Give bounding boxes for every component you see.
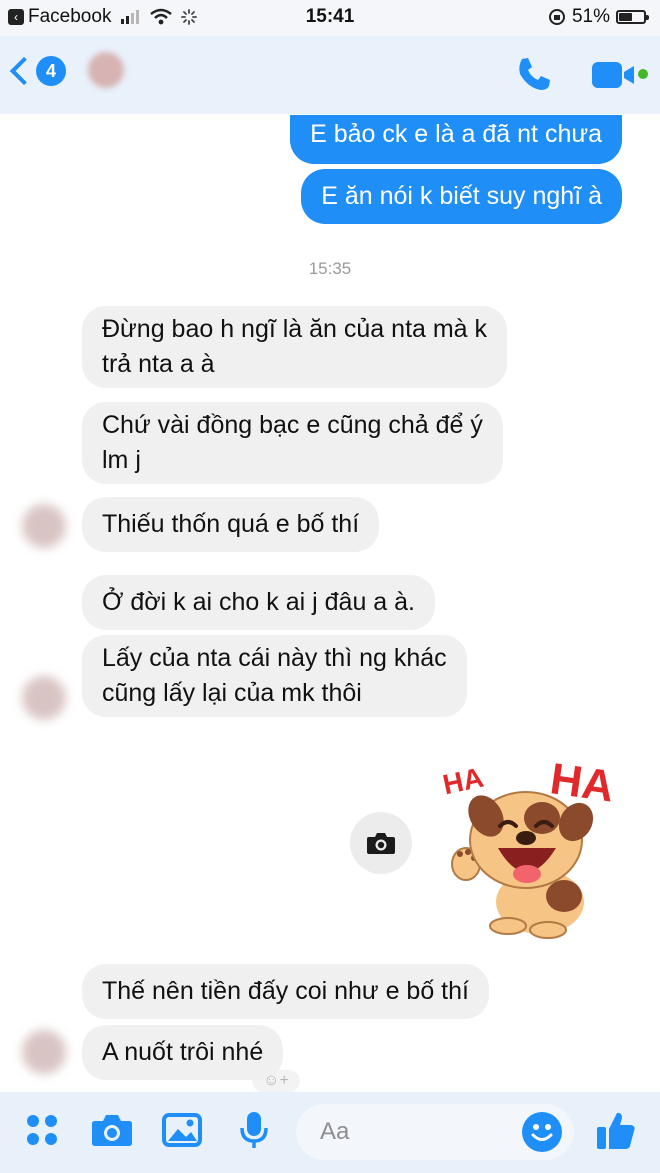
sender-avatar[interactable] [22,504,66,548]
message-text: E bảo ck e là a đã nt chưa [310,120,602,148]
voice-button[interactable] [232,1108,276,1152]
battery-icon [616,10,649,24]
gallery-button[interactable] [160,1108,204,1152]
message-timestamp: 15:35 [308,259,352,278]
sender-avatar[interactable] [22,1030,66,1074]
message-text: A nuốt trôi nhé [102,1038,264,1066]
add-reaction-button[interactable]: ☺+ [252,1070,300,1092]
message-bubble-incoming[interactable]: Thế nên tiền đấy coi như e bố thí [82,964,489,1019]
message-bubble-incoming[interactable]: Ở đời k ai cho k ai j đâu a à. [82,575,435,630]
rotation-lock-icon [548,9,565,25]
sender-avatar[interactable] [22,676,66,720]
image-icon [162,1113,202,1147]
message-composer [0,1092,660,1173]
like-button[interactable] [594,1108,638,1152]
microphone-icon [240,1112,268,1148]
message-text-line: cũng lấy lại của mk thôi [102,679,362,707]
message-text: Thiếu thốn quá e bố thí [102,510,360,538]
apps-icon [27,1115,57,1145]
thumbs-up-icon [597,1112,635,1149]
message-text-line: lm j [102,446,141,474]
message-bubble-incoming[interactable]: Thiếu thốn quá e bố thí [82,497,380,552]
message-bubble-outgoing[interactable]: E ăn nói k biết suy nghĩ à [301,169,622,224]
conversation-header: 4 [0,36,660,114]
emoji-button[interactable] [522,1112,562,1152]
laughing-dog-sticker[interactable]: HA HA [436,746,626,942]
unread-count-badge: 4 [36,56,66,86]
online-status-dot [638,69,648,79]
emoji-icon [531,1124,553,1141]
message-bubble-incoming[interactable]: Đừng bao h ngĩ là ăn của nta mà k trả nt… [82,306,508,388]
contact-avatar[interactable] [88,52,124,88]
message-bubble-incoming[interactable]: A nuốt trôi nhé [82,1025,284,1080]
sticker-text-left: HA [440,762,486,801]
status-right: 51% [548,6,649,28]
message-text: Ở đời k ai cho k ai j đâu a à. [102,588,415,616]
phone-icon[interactable] [514,54,554,94]
status-bar: ‹ Facebook 15:41 51% [0,0,660,36]
message-bubble-incoming[interactable]: Lấy của nta cái này thì ng khác cũng lấy… [82,635,467,717]
battery-percent: 51% [571,6,610,27]
camera-icon [92,1115,132,1146]
chevron-left-icon [9,56,39,86]
camera-shortcut-button[interactable] [350,812,412,874]
camera-icon [367,833,395,854]
message-bubble-incoming[interactable]: Chứ vài đồng bạc e cũng chả để ý lm j [82,402,503,484]
back-button[interactable]: 4 [9,56,66,86]
camera-button[interactable] [90,1108,134,1152]
message-text-line: Lấy của nta cái này thì ng khác [102,644,447,672]
message-text-line: trả nta a à [102,350,215,378]
message-text: Thế nên tiền đấy coi như e bố thí [102,977,469,1005]
apps-button[interactable] [20,1108,64,1152]
message-text-line: Chứ vài đồng bạc e cũng chả để ý [102,411,483,439]
message-text-line: Đừng bao h ngĩ là ăn của nta mà k [102,315,488,343]
message-text: E ăn nói k biết suy nghĩ à [321,182,602,210]
message-bubble-outgoing[interactable]: E bảo ck e là a đã nt chưa [290,115,622,164]
video-camera-icon[interactable] [590,58,640,92]
add-reaction-icon: ☺+ [263,1072,289,1089]
